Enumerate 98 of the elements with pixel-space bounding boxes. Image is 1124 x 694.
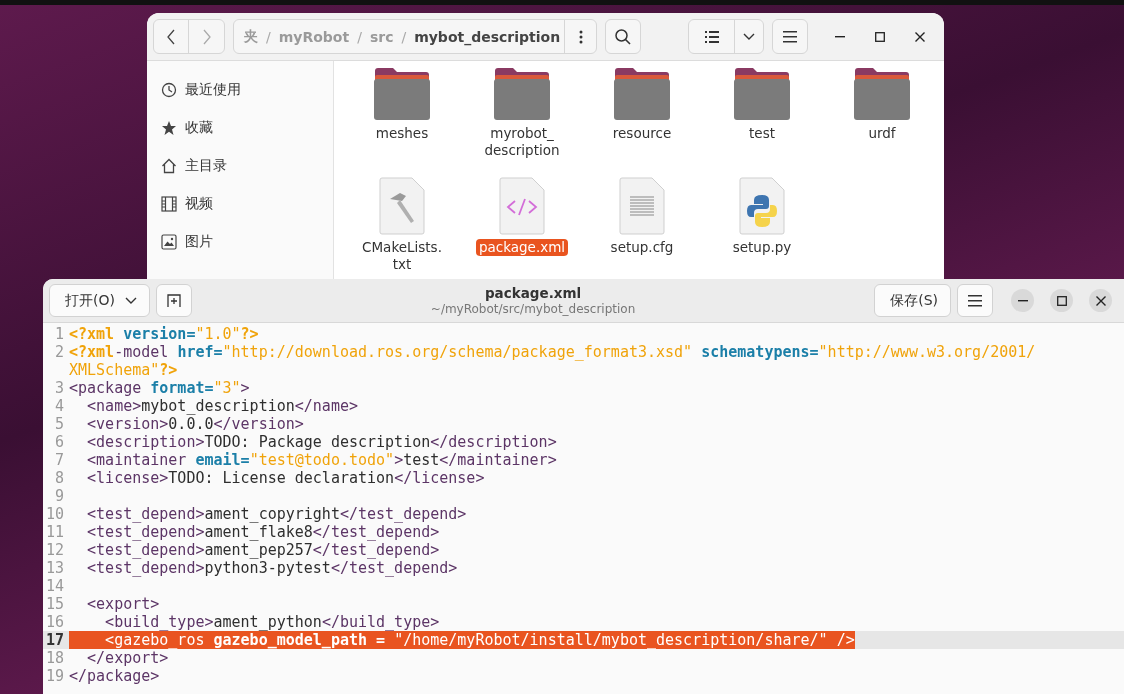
sidebar-label: 视频 — [185, 195, 213, 213]
line-number: 6 — [53, 433, 65, 451]
folder-icon[interactable] — [613, 67, 671, 121]
chevron-right-icon — [201, 28, 212, 45]
maximize-icon — [1056, 295, 1067, 306]
image-icon — [161, 234, 177, 250]
sidebar-item[interactable]: 收藏 — [147, 109, 333, 147]
window-title: package.xml — [484, 284, 582, 301]
line-number: 19 — [44, 667, 65, 685]
minimize-button[interactable] — [1011, 289, 1034, 312]
maximize-icon — [875, 31, 885, 42]
sidebar-item[interactable]: 主目录 — [147, 147, 333, 185]
file-name: package.xml — [475, 239, 569, 256]
path-separator: / — [265, 28, 272, 45]
list-view-icon — [704, 30, 719, 43]
star-icon — [161, 120, 177, 136]
maximize-button[interactable] — [1050, 289, 1073, 312]
close-icon — [915, 31, 925, 42]
search-icon — [614, 27, 632, 46]
line-number: 14 — [44, 577, 65, 595]
home-icon — [161, 158, 177, 174]
menu-button[interactable] — [772, 19, 808, 54]
close-button[interactable] — [1089, 289, 1112, 312]
code-line: <?xml version="1.0"?> — [69, 325, 259, 343]
line-number: 8 — [53, 469, 65, 487]
sidebar-item[interactable]: 最近使用 — [147, 71, 333, 109]
film-icon — [161, 196, 177, 212]
line-number: 12 — [44, 541, 65, 559]
chevron-left-icon — [166, 28, 176, 45]
line-number: 1 — [53, 325, 65, 343]
search-button[interactable] — [605, 19, 641, 54]
caret-icon — [124, 296, 137, 305]
code-line: <package format="3"> — [69, 379, 250, 397]
folder-icon[interactable] — [853, 67, 911, 121]
sidebar-label: 最近使用 — [185, 81, 241, 99]
menu-icon — [783, 30, 797, 43]
code-line: </package> — [69, 667, 160, 685]
code-line: <build_type>ament_python</build_type> — [104, 613, 440, 631]
folder-icon[interactable] — [733, 67, 791, 121]
line-number: 3 — [53, 379, 65, 397]
code-line: <test_depend>python3-pytest</test_depend> — [86, 559, 458, 577]
line-number: 17 — [44, 631, 65, 649]
line-number: 11 — [44, 523, 65, 541]
path-separator: / — [400, 28, 408, 45]
minimize-icon — [835, 35, 845, 38]
line-number: 18 — [44, 649, 65, 667]
more-icon — [578, 29, 583, 44]
clock-icon — [161, 82, 177, 98]
open-button[interactable]: 打开(O) — [49, 284, 150, 317]
file-name: meshes — [374, 125, 430, 142]
code-line: <test_depend>ament_flake8</test_depend> — [86, 523, 440, 541]
code-line: <version>0.0.0</version> — [86, 415, 304, 433]
new-tab-button[interactable] — [155, 284, 192, 317]
menu-button[interactable] — [957, 284, 993, 317]
code-line: <description>TODO: Package description</description> — [86, 433, 557, 451]
code-line: XMLSchema"?> — [69, 361, 178, 379]
code-line: <maintainer email="test@todo.todo">test</maintainer> — [86, 451, 557, 469]
path-separator: / — [356, 28, 363, 45]
file-name: urdf — [867, 125, 897, 142]
line-number: 15 — [44, 595, 65, 613]
line-number: 9 — [53, 487, 65, 505]
code-line: <test_depend>ament_copyright</test_depend> — [86, 505, 467, 523]
sidebar-item[interactable]: 视频 — [147, 185, 333, 223]
minimize-icon — [1017, 299, 1028, 302]
line-number: 2 — [53, 343, 65, 361]
code-line: <test_depend>ament_pep257</test_depend> — [86, 541, 440, 559]
folder-icon[interactable] — [373, 67, 431, 121]
file-name: CMakeLists. txt — [361, 239, 443, 273]
sidebar-label: 图片 — [185, 233, 213, 251]
sidebar-label: 收藏 — [185, 119, 213, 137]
path-crumb[interactable]: mybot_description — [410, 28, 565, 45]
code-file-icon[interactable] — [498, 177, 546, 235]
line-number: 7 — [53, 451, 65, 469]
file-name: resource — [611, 125, 673, 142]
line-number: 10 — [44, 505, 65, 523]
file-name: setup.py — [731, 239, 793, 256]
sidebar-label: 主目录 — [185, 157, 227, 175]
folder-icon[interactable] — [493, 67, 551, 121]
file-name: setup.cfg — [609, 239, 675, 256]
line-number: 5 — [53, 415, 65, 433]
file-path: ~/myRobot/src/mybot_description — [430, 301, 636, 317]
new-tab-icon — [166, 293, 181, 308]
save-button[interactable]: 保存(S) — [874, 284, 951, 317]
line-number: 4 — [53, 397, 65, 415]
file-name: myrobot_ description — [483, 125, 561, 159]
caret-icon — [743, 32, 755, 41]
close-icon — [1095, 295, 1106, 306]
code-line: <export> — [86, 595, 160, 613]
sidebar-item[interactable]: 图片 — [147, 223, 333, 261]
code-line: <name>mybot_description</name> — [86, 397, 358, 415]
code-line: <license>TODO: License declaration</license> — [86, 469, 485, 487]
line-number: 16 — [44, 613, 65, 631]
code-line: <?xml-model href="http://download.ros.org/schema/package_format3.xsd" schematypens="http://www.w3.org/2001/ — [69, 343, 1036, 361]
menu-icon — [968, 294, 982, 307]
file-name: test — [748, 125, 776, 142]
line-number: 13 — [44, 559, 65, 577]
python-file-icon[interactable] — [738, 177, 786, 235]
code-line: </export> — [86, 649, 169, 667]
